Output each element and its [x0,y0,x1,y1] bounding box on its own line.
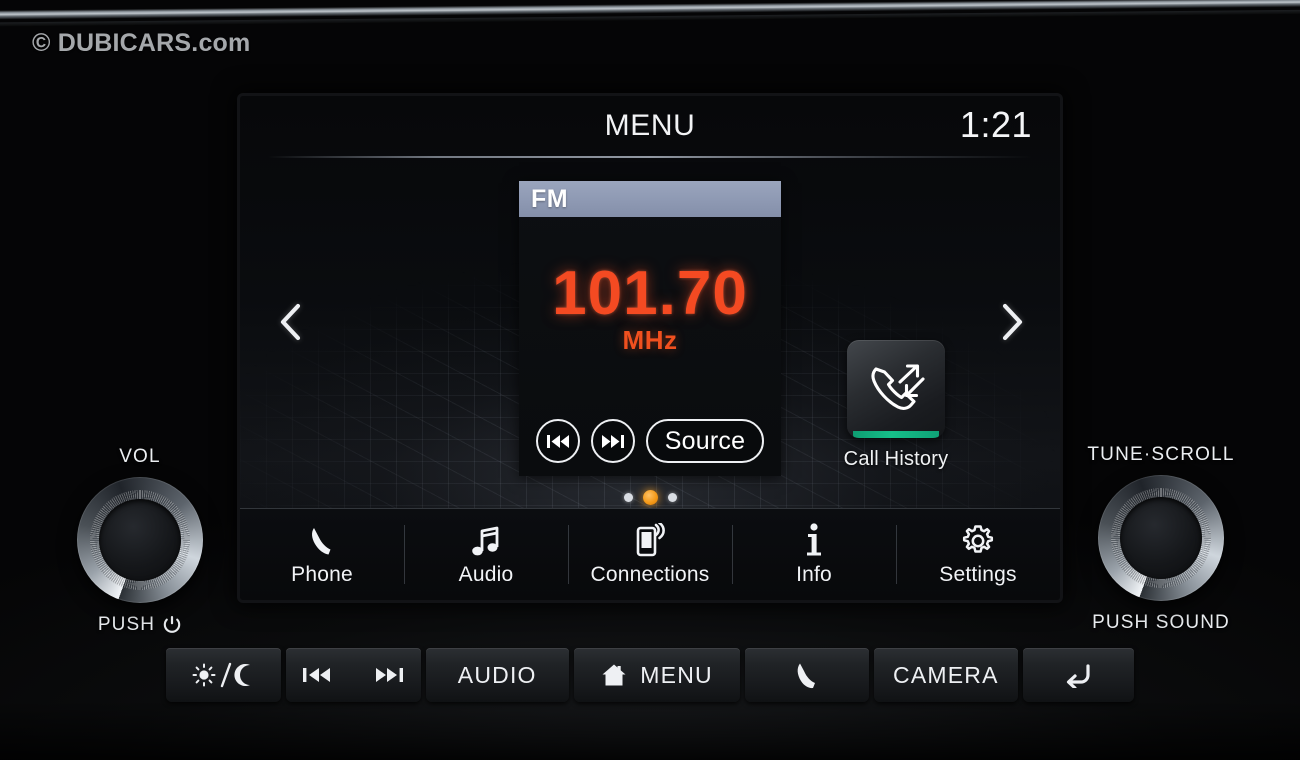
phone-wireless-icon [634,522,666,557]
camera-button-label: CAMERA [893,661,999,688]
bottom-navigation: Phone Audio Connections Info Settings [240,508,1060,600]
call-history-shortcut[interactable]: Call History [841,340,951,471]
nav-item-info[interactable]: Info [732,509,896,600]
volume-knob-label: VOL [119,446,161,467]
radio-band-label: FM [531,184,569,213]
next-track-icon [601,433,625,450]
day-night-icon [192,662,256,688]
call-history-label: Call History [843,448,949,470]
bottom-vignette [0,700,1300,760]
nav-label: Audio [458,562,514,586]
next-track-icon [374,665,404,685]
page-dot[interactable] [667,493,677,502]
volume-knob[interactable] [77,477,203,603]
audio-button[interactable]: AUDIO [425,648,569,702]
next-track-button[interactable] [590,419,635,463]
clock: 1:21 [959,104,1032,145]
radio-tile[interactable]: FM 101.70 MHz Source [519,181,781,476]
music-note-icon [470,523,502,557]
audio-button-label: AUDIO [457,661,537,688]
hard-button-bar: AUDIO MENU CAMERA [166,648,1134,702]
screen-bezel: MENU 1:21 FM 101.70 MHz Source Call Hist… [240,96,1060,600]
nav-label: Settings [939,562,1017,586]
nav-item-connections[interactable]: Connections [568,509,732,600]
previous-track-icon [546,433,570,450]
radio-frequency: 101.70 [552,259,748,328]
volume-push-label: PUSH [97,614,156,635]
status-bar: MENU 1:21 [240,96,1060,158]
day-night-button[interactable] [166,648,282,702]
status-divider [268,156,1032,158]
nav-item-phone[interactable]: Phone [240,509,404,600]
camera-button[interactable]: CAMERA [874,648,1018,702]
nav-item-audio[interactable]: Audio [404,509,568,600]
tune-scroll-knob[interactable] [1098,475,1224,601]
nav-label: Connections [590,562,710,586]
phone-button[interactable] [745,648,870,702]
back-arrow-icon [1063,662,1093,688]
call-history-tile[interactable] [847,340,945,438]
phone-icon [308,523,336,557]
infotainment-screen[interactable]: MENU 1:21 FM 101.70 MHz Source Call Hist… [240,96,1060,600]
tune-scroll-knob-assembly: TUNE·SCROLL PUSH SOUND [1056,444,1266,634]
nav-label: Info [796,562,832,586]
power-icon [162,615,182,635]
page-title: MENU [604,109,696,142]
page-indicator [240,490,1060,505]
source-button[interactable]: Source [645,419,765,463]
gear-icon [962,523,994,557]
watermark: © DUBICARS.com [32,29,251,57]
tune-knob-label: TUNE·SCROLL [1087,444,1235,465]
chevron-left-icon [277,302,303,342]
radio-frequency-unit: MHz [622,325,678,355]
carousel-prev-button[interactable] [268,294,312,350]
volume-knob-assembly: VOL PUSH [35,446,245,636]
phone-icon [794,661,820,689]
menu-button[interactable]: MENU [573,648,741,702]
track-skip-buttons[interactable] [286,648,421,702]
dashboard-head-unit: © DUBICARS.com MENU 1:21 FM 101.70 MHz S… [0,0,1300,760]
menu-button-label: MENU [640,661,713,688]
page-dot-active[interactable] [642,490,658,505]
radio-tile-body: 101.70 MHz Source [519,217,781,476]
info-icon [805,522,823,557]
tune-push-label-row: PUSH SOUND [1056,612,1266,634]
call-history-icon [865,360,927,418]
radio-band-header: FM [519,181,781,217]
source-button-label: Source [664,426,746,455]
tune-push-label: PUSH SOUND [1092,612,1230,633]
nav-label: Phone [291,562,353,586]
volume-push-label-row: PUSH [35,614,245,636]
previous-track-button[interactable] [535,419,580,463]
transport-controls: Source [519,419,781,463]
home-icon [601,663,627,687]
back-button[interactable] [1022,648,1134,702]
nav-item-settings[interactable]: Settings [896,509,1060,600]
page-dot[interactable] [623,493,633,502]
previous-track-icon [302,665,332,685]
carousel-next-button[interactable] [990,294,1034,350]
chevron-right-icon [999,302,1025,342]
